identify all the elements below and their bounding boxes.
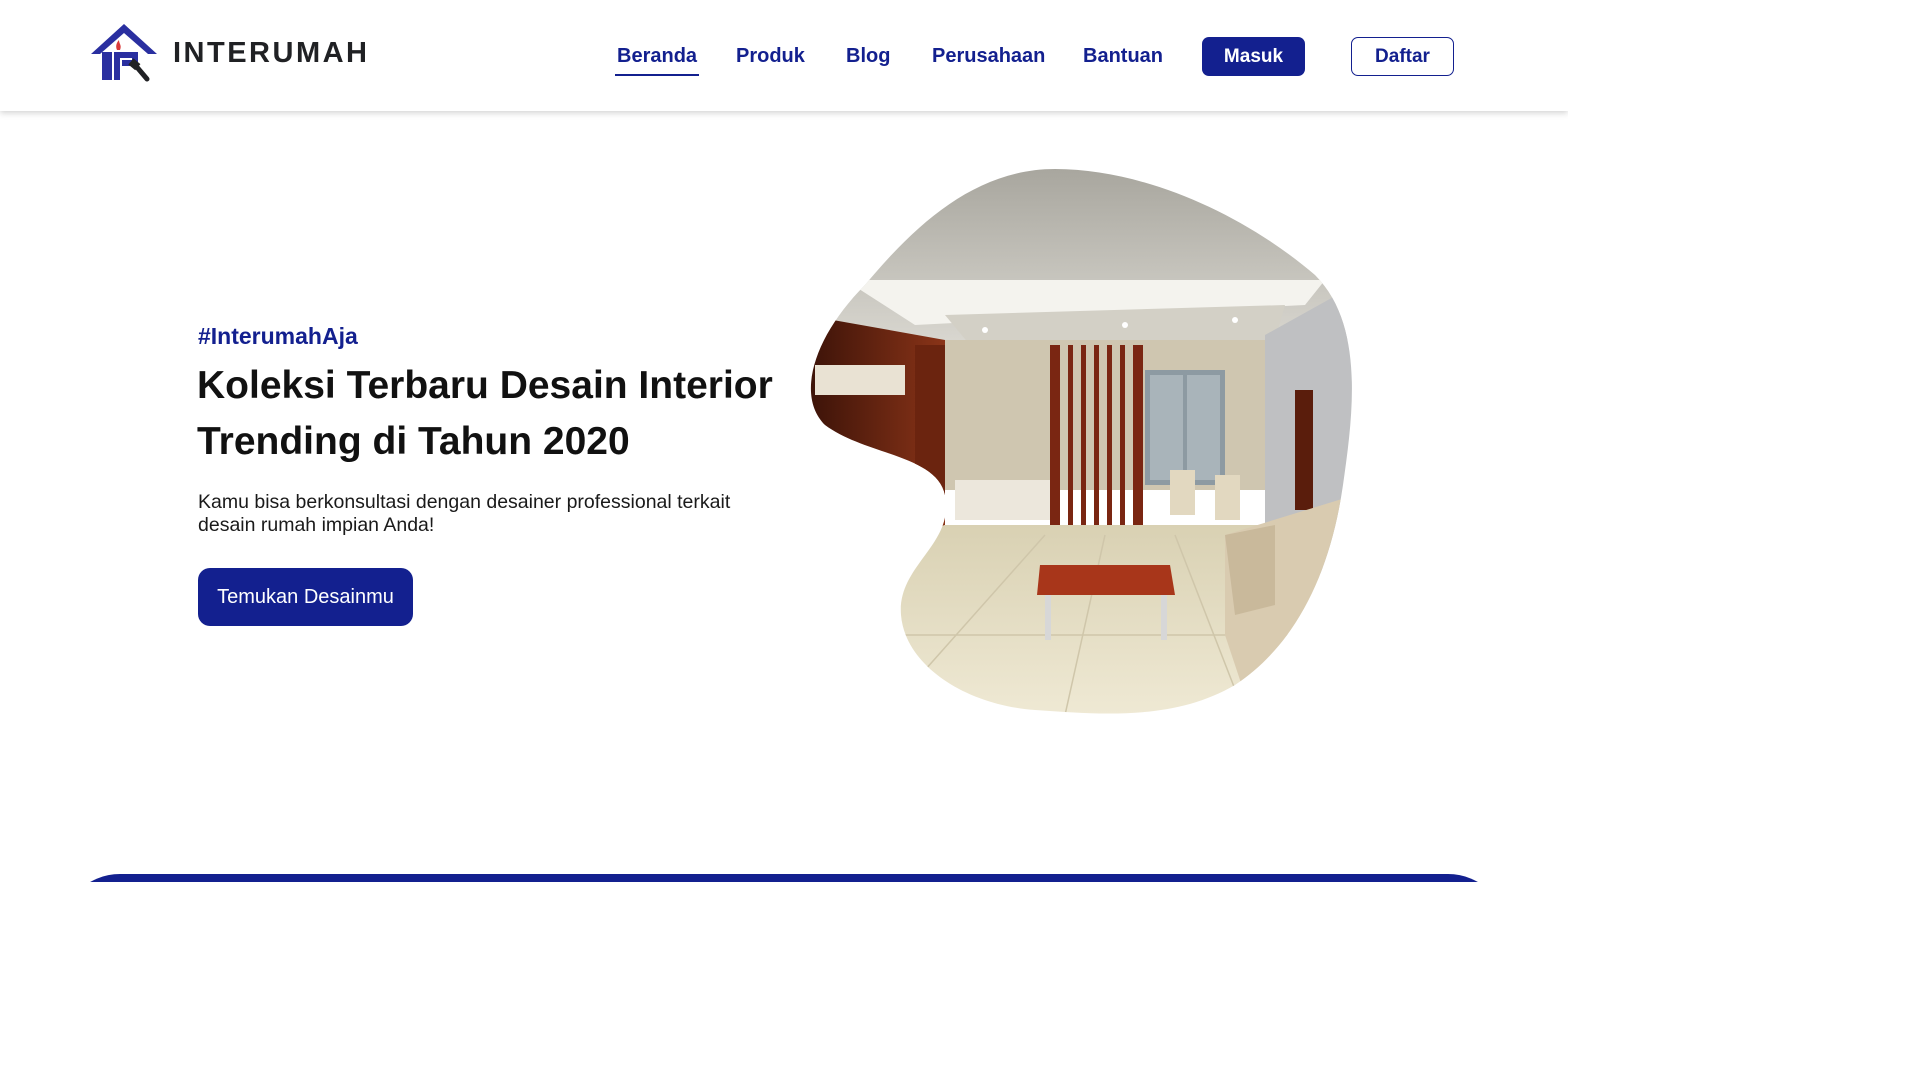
login-button[interactable]: Masuk [1202, 37, 1305, 76]
hero-subtitle: Kamu bisa berkonsultasi dengan desainer … [198, 491, 758, 537]
page: INTERUMAH Beranda Produk Blog Perusahaan… [0, 0, 1568, 882]
nav-link-blog[interactable]: Blog [846, 44, 890, 68]
find-design-button[interactable]: Temukan Desainmu [198, 568, 413, 626]
nav-link-perusahaan[interactable]: Perusahaan [932, 44, 1045, 68]
hero-headline: Koleksi Terbaru Desain Interior Trending… [197, 358, 777, 470]
interior-room-image [810, 169, 1352, 714]
hero-headline-line-1: Koleksi Terbaru Desain Interior [197, 364, 773, 407]
navbar: INTERUMAH Beranda Produk Blog Perusahaan… [0, 0, 1568, 111]
hero-headline-line-2: Trending di Tahun 2020 [197, 420, 630, 463]
brand[interactable]: INTERUMAH [89, 22, 370, 84]
hero-subtitle-line-2: desain rumah impian Anda! [198, 514, 435, 536]
hero-tagline: #InterumahAja [198, 323, 358, 349]
brand-name: INTERUMAH [173, 36, 370, 69]
nav-link-beranda[interactable]: Beranda [614, 44, 700, 76]
nav-link-produk[interactable]: Produk [736, 44, 805, 68]
nav-link-bantuan[interactable]: Bantuan [1083, 44, 1163, 68]
house-brush-logo-icon [91, 24, 157, 82]
hero-subtitle-line-1: Kamu bisa berkonsultasi dengan desainer … [198, 491, 731, 513]
register-button[interactable]: Daftar [1351, 37, 1454, 76]
bottom-band [60, 874, 1508, 882]
